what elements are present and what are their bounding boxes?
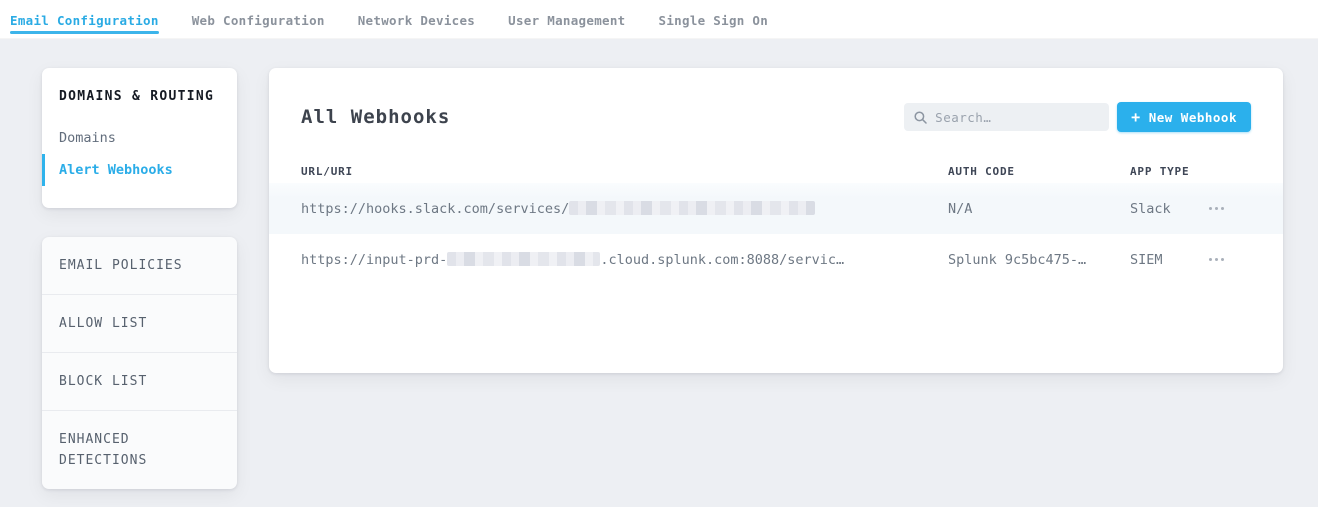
search-icon xyxy=(914,111,927,124)
top-nav: Email Configuration Web Configuration Ne… xyxy=(0,0,1318,39)
sidebar-item-allow-list[interactable]: ALLOW LIST xyxy=(42,294,237,352)
panel-header: All Webhooks + New Webhook xyxy=(301,68,1251,132)
sidebar: DOMAINS & ROUTING Domains Alert Webhooks… xyxy=(42,68,237,489)
domains-routing-heading: DOMAINS & ROUTING xyxy=(59,87,220,107)
tab-single-sign-on[interactable]: Single Sign On xyxy=(659,0,769,38)
auth-code-cell: Splunk 9c5bc475-… xyxy=(948,252,1130,268)
auth-code-cell: N/A xyxy=(948,201,1130,217)
column-header-auth-code: AUTH CODE xyxy=(948,165,1130,178)
webhook-url-text: .cloud.splunk.com:8088/servic… xyxy=(600,252,844,268)
column-header-app-type: APP TYPE xyxy=(1130,165,1207,178)
sidebar-item-enhanced-detections[interactable]: ENHANCED DETECTIONS xyxy=(42,410,237,489)
sidebar-item-domains[interactable]: Domains xyxy=(59,122,220,154)
page-title: All Webhooks xyxy=(301,106,904,128)
new-webhook-label: New Webhook xyxy=(1149,110,1237,125)
redacted-url-blur xyxy=(569,201,815,215)
sidebar-item-block-list[interactable]: BLOCK LIST xyxy=(42,352,237,410)
tab-email-configuration[interactable]: Email Configuration xyxy=(10,0,159,38)
table-row: https://input-prd- .cloud.splunk.com:8088… xyxy=(269,234,1283,285)
row-more-options-button[interactable] xyxy=(1207,201,1226,216)
webhook-url-text: https://hooks.slack.com/services/ xyxy=(301,201,569,217)
new-webhook-button[interactable]: + New Webhook xyxy=(1117,102,1251,132)
webhook-url-cell: https://input-prd- .cloud.splunk.com:8088… xyxy=(301,252,948,268)
webhooks-panel: All Webhooks + New Webhook URL/URI AUTH … xyxy=(269,68,1283,373)
app-type-cell: Slack xyxy=(1130,201,1207,217)
plus-icon: + xyxy=(1131,110,1141,125)
table-row: https://hooks.slack.com/services/ N/A Sl… xyxy=(269,183,1283,234)
search-input[interactable] xyxy=(935,110,1099,125)
search-box xyxy=(904,103,1109,131)
row-more-options-button[interactable] xyxy=(1207,252,1226,267)
tab-web-configuration[interactable]: Web Configuration xyxy=(192,0,325,38)
column-header-url: URL/URI xyxy=(301,165,948,178)
sidebar-item-email-policies[interactable]: EMAIL POLICIES xyxy=(42,237,237,294)
page-content: DOMAINS & ROUTING Domains Alert Webhooks… xyxy=(0,39,1318,489)
sidebar-item-alert-webhooks[interactable]: Alert Webhooks xyxy=(42,154,220,186)
table-header: URL/URI AUTH CODE APP TYPE xyxy=(301,159,1251,183)
domains-routing-card: DOMAINS & ROUTING Domains Alert Webhooks xyxy=(42,68,237,208)
webhook-url-cell: https://hooks.slack.com/services/ xyxy=(301,201,948,217)
tab-network-devices[interactable]: Network Devices xyxy=(358,0,475,38)
redacted-url-blur xyxy=(447,252,600,266)
sidebar-sections-card: EMAIL POLICIES ALLOW LIST BLOCK LIST ENH… xyxy=(42,237,237,489)
app-type-cell: SIEM xyxy=(1130,252,1207,268)
webhook-url-text: https://input-prd- xyxy=(301,252,447,268)
tab-user-management[interactable]: User Management xyxy=(508,0,625,38)
